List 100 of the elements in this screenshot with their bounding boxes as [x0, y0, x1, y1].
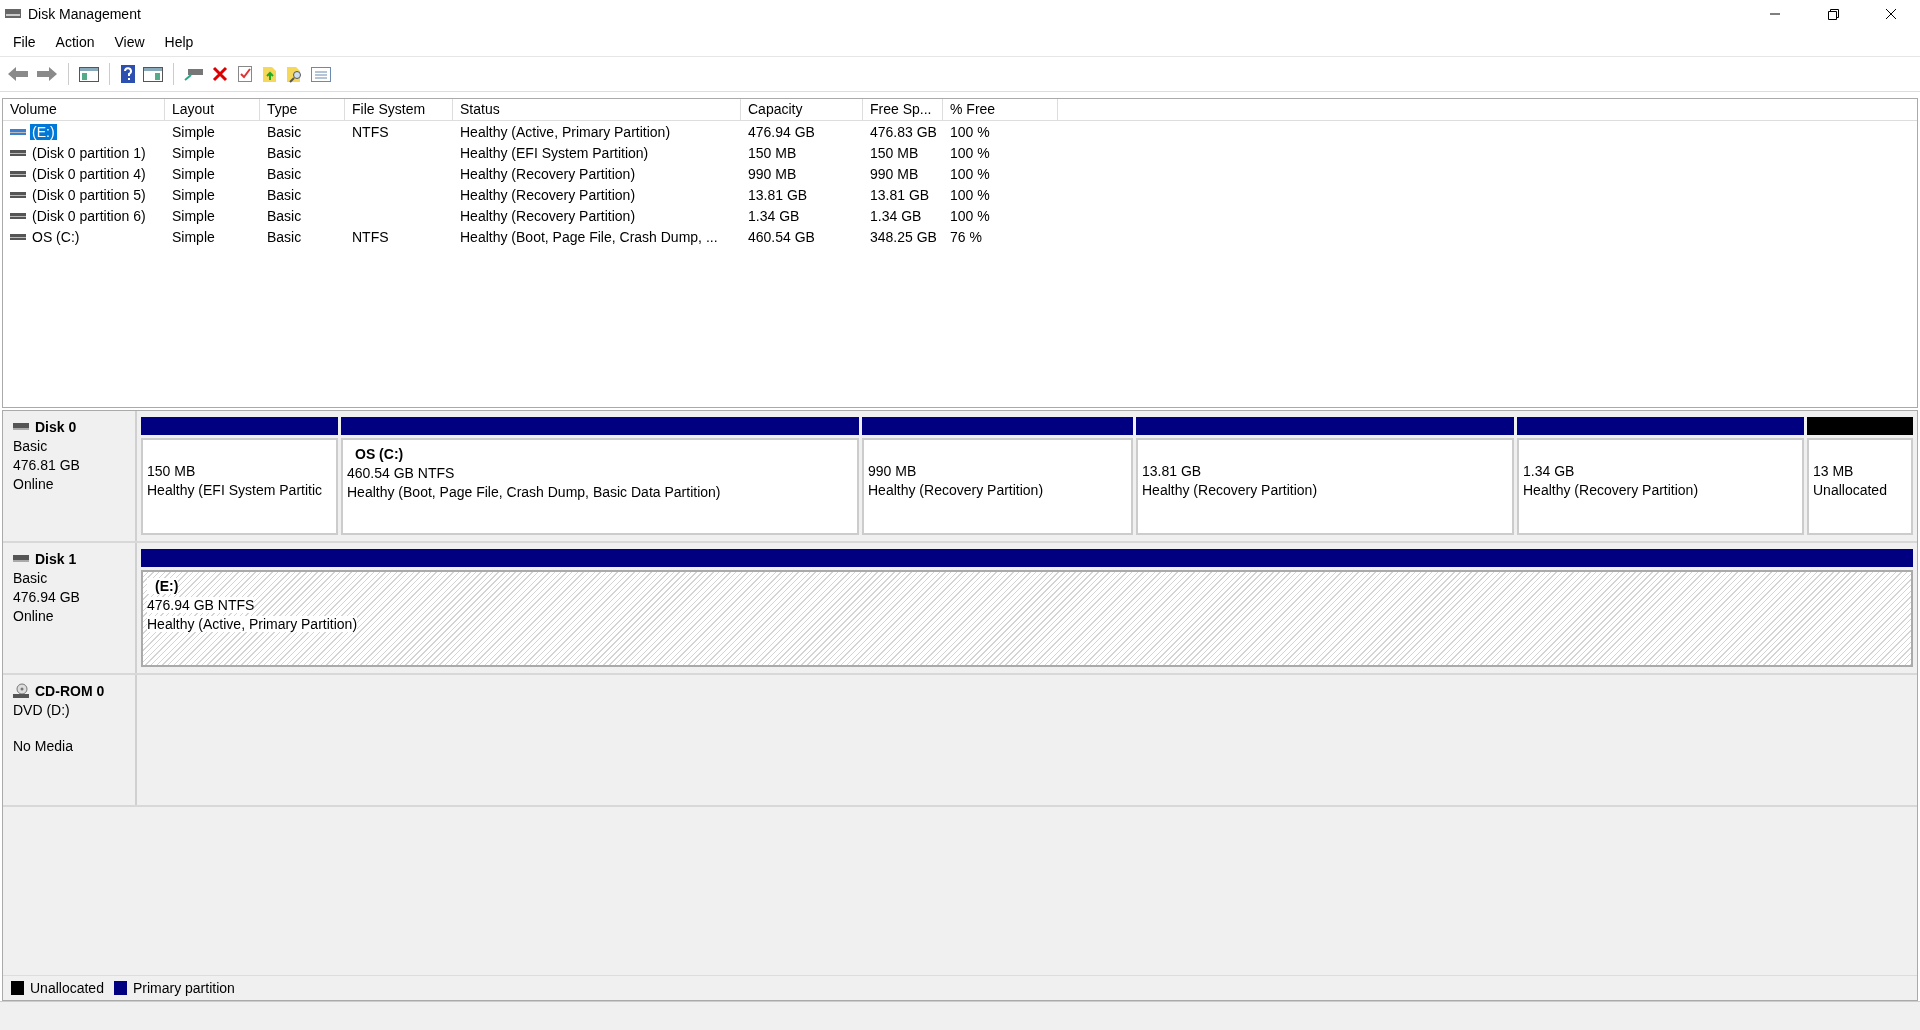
table-cell: Healthy (Recovery Partition): [460, 186, 636, 203]
volume-name[interactable]: (E:): [30, 123, 57, 140]
partition-block[interactable]: OS (C:) 460.54 GB NTFS Healthy (Boot, Page File, Crash Dump, Basic Data Partition): [341, 438, 859, 535]
action-pane-icon[interactable]: [142, 64, 164, 84]
partition-status: Unallocated: [1813, 482, 1888, 498]
column-header[interactable]: Status: [453, 99, 741, 120]
table-cell: Basic: [267, 228, 302, 245]
disk-info: Basic: [13, 570, 49, 586]
disk-drive-icon: [13, 423, 29, 431]
table-cell: 100 %: [950, 144, 990, 161]
optical-drive-icon: [13, 683, 29, 699]
table-cell: 990 MB: [870, 165, 919, 182]
volume-icon: [10, 210, 26, 221]
disk-info: DVD (D:): [13, 702, 71, 718]
table-cell: Simple: [172, 165, 215, 182]
column-header[interactable]: Free Sp...: [863, 99, 943, 120]
disk-name: CD-ROM 0: [35, 683, 105, 699]
menu-item[interactable]: Help: [155, 31, 203, 53]
table-cell: 13.81 GB: [748, 186, 808, 203]
menu-item[interactable]: File: [4, 31, 45, 53]
partition-status: Healthy (Boot, Page File, Crash Dump, Basic Data Partition): [347, 484, 722, 500]
table-cell: Simple: [172, 123, 215, 140]
disk-info: 476.94 GB: [13, 589, 81, 605]
table-cell: 100 %: [950, 186, 990, 203]
partition-status: Healthy (Recovery Partition): [868, 482, 1045, 498]
legend-label: Primary partition: [132, 980, 235, 996]
volume-name[interactable]: (Disk 0 partition 4): [30, 165, 148, 182]
table-cell: 460.54 GB: [748, 228, 815, 245]
table-cell: 100 %: [950, 123, 990, 140]
disk-info: 476.81 GB: [13, 457, 81, 473]
partition-size: 13.81 GB: [1142, 463, 1203, 479]
table-cell: 150 MB: [748, 144, 797, 161]
volume-icon: [10, 189, 26, 200]
volume-name[interactable]: (Disk 0 partition 1): [30, 144, 148, 161]
delete-icon[interactable]: [210, 64, 230, 84]
partition-block[interactable]: 13.81 GB Healthy (Recovery Partition): [1136, 438, 1514, 535]
volume-icon: [10, 231, 26, 242]
table-cell: 990 MB: [748, 165, 797, 182]
column-header[interactable]: % Free: [943, 99, 1058, 120]
volume-icon: [10, 168, 26, 179]
table-cell: NTFS: [352, 123, 389, 140]
column-header[interactable]: File System: [345, 99, 453, 120]
table-cell: Basic: [267, 207, 302, 224]
legend-label: Unallocated: [30, 980, 104, 996]
partition-block[interactable]: (E:) 476.94 GB NTFS Healthy (Active, Primary Partition): [141, 570, 1913, 667]
table-cell: Basic: [267, 165, 302, 182]
disk-info: Basic: [13, 438, 49, 454]
partition-block[interactable]: 1.34 GB Healthy (Recovery Partition): [1517, 438, 1804, 535]
checklist-icon[interactable]: [235, 64, 255, 84]
table-cell: Simple: [172, 228, 215, 245]
console-tree-icon[interactable]: [78, 64, 100, 84]
partition-size: 150 MB: [147, 463, 197, 479]
column-header[interactable]: Type: [260, 99, 345, 120]
help-icon[interactable]: [119, 64, 137, 84]
volume-icon: [10, 147, 26, 158]
partition-status: Healthy (Recovery Partition): [1142, 482, 1319, 498]
table-cell: Simple: [172, 207, 215, 224]
partition-name: OS (C:): [354, 446, 405, 462]
table-cell: Basic: [267, 123, 302, 140]
volume-name[interactable]: (Disk 0 partition 6): [30, 207, 148, 224]
partition-size: 1.34 GB: [1523, 463, 1576, 479]
partition-size: 476.94 GB NTFS: [147, 597, 255, 613]
column-header[interactable]: Volume: [3, 99, 165, 120]
partition-status: Healthy (Active, Primary Partition): [147, 616, 358, 632]
disk-status: Online: [13, 476, 55, 492]
table-cell: 100 %: [950, 207, 990, 224]
table-cell: Simple: [172, 186, 215, 203]
back-arrow-icon[interactable]: [6, 64, 30, 84]
partition-size: 460.54 GB NTFS: [347, 465, 456, 481]
partition-name: (E:): [147, 578, 179, 594]
column-header[interactable]: Capacity: [741, 99, 863, 120]
table-cell: Healthy (Recovery Partition): [460, 207, 636, 224]
window-title: Disk Management: [28, 6, 141, 22]
partition-block[interactable]: 990 MB Healthy (Recovery Partition): [862, 438, 1133, 535]
table-cell: 150 MB: [870, 144, 919, 161]
disk-drive-icon: [13, 555, 29, 563]
disk-status: Online: [13, 608, 55, 624]
menu-item[interactable]: View: [105, 31, 154, 53]
disk-status: No Media: [13, 738, 74, 754]
menu-item[interactable]: Action: [46, 31, 104, 53]
partition-block[interactable]: 13 MB Unallocated: [1807, 438, 1913, 535]
table-cell: Simple: [172, 144, 215, 161]
partition-status: Healthy (EFI System Partitic: [147, 482, 324, 498]
volume-icon: [10, 126, 26, 137]
volume-name[interactable]: OS (C:): [30, 228, 82, 245]
column-header[interactable]: Layout: [165, 99, 260, 120]
table-cell: 1.34 GB: [748, 207, 800, 224]
table-cell: 100 %: [950, 165, 990, 182]
partition-block[interactable]: 150 MB Healthy (EFI System Partitic: [141, 438, 338, 535]
forward-arrow-icon[interactable]: [35, 64, 59, 84]
volume-name[interactable]: (Disk 0 partition 5): [30, 186, 148, 203]
table-cell: Basic: [267, 186, 302, 203]
table-cell: Basic: [267, 144, 302, 161]
table-cell: Healthy (Active, Primary Partition): [460, 123, 671, 140]
properties-icon[interactable]: [310, 64, 332, 84]
table-cell: 13.81 GB: [870, 186, 930, 203]
partition-size: 990 MB: [868, 463, 918, 479]
table-cell: Healthy (Boot, Page File, Crash Dump, ...: [460, 228, 718, 245]
table-cell: Healthy (EFI System Partition): [460, 144, 649, 161]
table-cell: 1.34 GB: [870, 207, 922, 224]
